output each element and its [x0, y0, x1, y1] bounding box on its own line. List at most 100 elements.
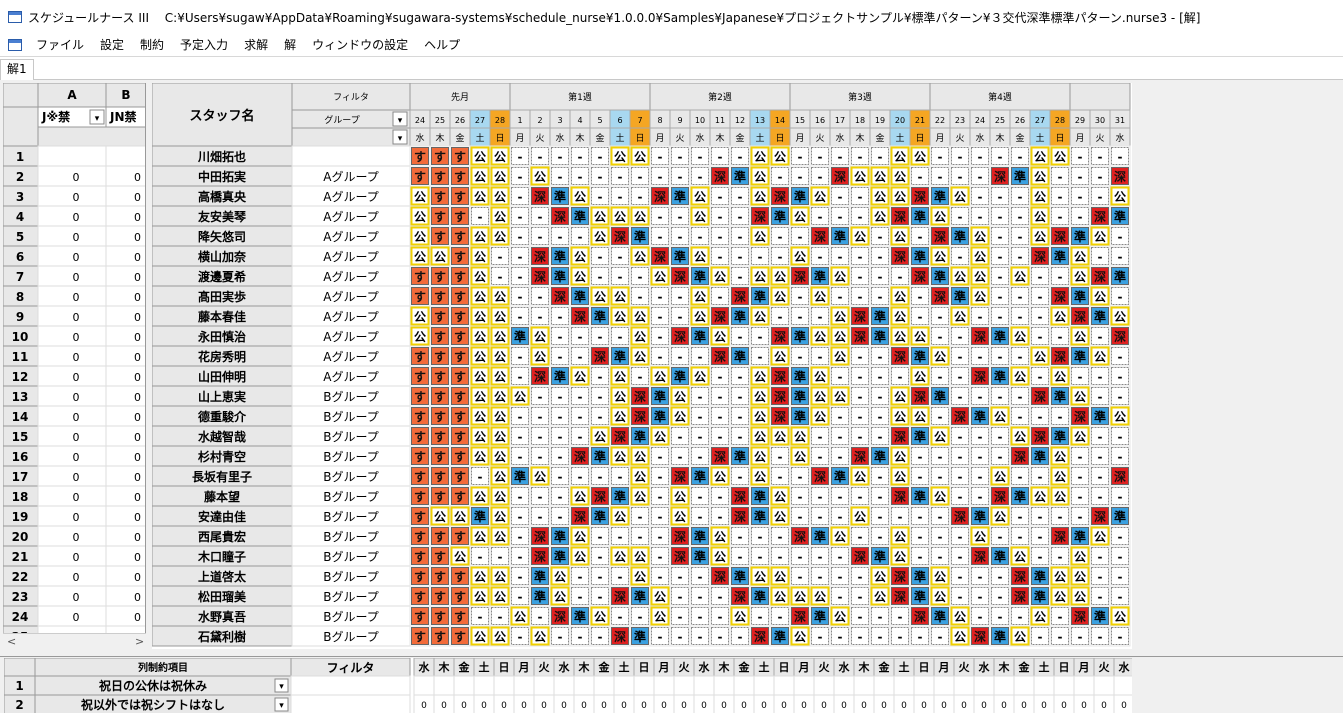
count-cell[interactable]	[37, 145, 107, 167]
shift-label: 公	[434, 250, 446, 264]
shift-label: -	[558, 410, 563, 424]
shift-label: 深	[1114, 169, 1126, 184]
column-constraints-grid[interactable]: 列制約項目 フィルタ水木金土日月火水木金土日月火水木金土日月火水木金土日月火水木金…	[4, 658, 1132, 713]
shift-label: -	[958, 390, 963, 404]
constraint-value: 0	[1041, 701, 1047, 711]
constraint-value-cell[interactable]	[693, 675, 715, 696]
shift-label: -	[658, 150, 663, 164]
shift-label: -	[958, 150, 963, 164]
shift-label: す	[454, 170, 466, 184]
constraint-value-cell[interactable]	[1113, 675, 1132, 696]
scroll-right-arrow-icon[interactable]: >	[135, 635, 144, 648]
constraint-value-cell[interactable]	[1033, 675, 1055, 696]
shift-label: す	[434, 330, 446, 344]
constraint-value-cell[interactable]	[1093, 675, 1115, 696]
constraint-value-cell[interactable]	[673, 675, 695, 696]
shift-label: 深	[574, 449, 586, 464]
constraint-value-cell[interactable]	[513, 675, 535, 696]
shift-label: 公	[594, 210, 606, 224]
constraint-value-cell[interactable]	[993, 675, 1015, 696]
shift-label: す	[414, 570, 426, 584]
shift-label: す	[434, 210, 446, 224]
horizontal-scrollbar[interactable]: < >	[3, 633, 146, 649]
shift-label: す	[414, 550, 426, 564]
constraint-value-cell[interactable]	[873, 675, 895, 696]
shift-label: -	[818, 350, 823, 364]
menu-solution[interactable]: 解	[276, 34, 304, 56]
constraint-value-cell[interactable]	[973, 675, 995, 696]
constraint-value-cell[interactable]	[493, 675, 515, 696]
constraint-value-cell[interactable]	[473, 675, 495, 696]
constraint-value-cell[interactable]	[913, 675, 935, 696]
shift-schedule-grid[interactable]: スタッフ名 フィルタ グループ ▾ ▾ 先月 第1週 第2週 第3週 第4週 24 水 25 木 26 金 27…	[152, 83, 1132, 649]
document-icon[interactable]	[8, 39, 22, 51]
constraint-value-cell[interactable]	[633, 675, 655, 696]
constraint-value-cell[interactable]	[433, 675, 455, 696]
constraint-value-cell[interactable]	[453, 675, 475, 696]
shift-label: -	[598, 250, 603, 264]
constraint-value-cell[interactable]	[773, 675, 795, 696]
shift-label: -	[958, 350, 963, 364]
shift-label: 公	[494, 350, 506, 364]
count-cell[interactable]	[105, 145, 146, 167]
shift-label: -	[838, 150, 843, 164]
weekday-label: 日	[779, 661, 790, 674]
scroll-left-arrow-icon[interactable]: <	[7, 635, 16, 648]
constraint-value-cell[interactable]	[1073, 675, 1095, 696]
shift-label: 深	[714, 169, 726, 184]
constraint-value-cell[interactable]	[733, 675, 755, 696]
shift-label: -	[638, 530, 643, 544]
constraint-value-cell[interactable]	[413, 675, 435, 696]
constraint-value-cell[interactable]	[573, 675, 595, 696]
shift-label: -	[578, 150, 583, 164]
constraint-value-cell[interactable]	[853, 675, 875, 696]
constraint-value-cell[interactable]	[933, 675, 955, 696]
shift-label: 深	[854, 309, 866, 324]
constraint-value-cell[interactable]	[793, 675, 815, 696]
constraint-value-cell[interactable]	[653, 675, 675, 696]
constraint-value-cell[interactable]	[753, 675, 775, 696]
constraint-filter-cell[interactable]	[290, 694, 411, 713]
weekday-label: 月	[1075, 133, 1084, 144]
constraint-value-cell[interactable]	[553, 675, 575, 696]
constraint-value-cell[interactable]	[813, 675, 835, 696]
shift-label: 公	[774, 430, 786, 444]
shift-label: す	[434, 310, 446, 324]
constraint-value-cell[interactable]	[833, 675, 855, 696]
menu-help[interactable]: ヘルプ	[416, 34, 468, 56]
menu-window-settings[interactable]: ウィンドウの設定	[304, 34, 416, 56]
shift-label: 公	[634, 250, 646, 264]
constraint-value-cell[interactable]	[533, 675, 555, 696]
shift-label: 公	[474, 370, 486, 384]
menu-solve[interactable]: 求解	[236, 34, 276, 56]
date-label: 27	[475, 116, 485, 125]
shift-label: す	[414, 150, 426, 164]
row-number: 14	[12, 410, 29, 424]
constraint-value-cell[interactable]	[713, 675, 735, 696]
shift-label: 準	[694, 469, 706, 484]
shift-label: -	[1098, 490, 1103, 504]
shift-label: 公	[494, 450, 506, 464]
shift-label: 準	[554, 269, 566, 284]
date-label: 24	[975, 116, 985, 125]
tab-solution-1[interactable]: 解1	[0, 59, 34, 80]
shift-label: 深	[734, 509, 746, 524]
weekday-label: 水	[835, 132, 844, 144]
constraint-value-cell[interactable]	[893, 675, 915, 696]
staff-name: 水野真吾	[198, 609, 246, 624]
constraint-value-cell[interactable]	[1053, 675, 1075, 696]
constraint-value-cell[interactable]	[593, 675, 615, 696]
menu-file[interactable]: ファイル	[28, 34, 92, 56]
constraint-filter-cell[interactable]	[290, 675, 411, 696]
constraint-value: 0	[881, 701, 887, 711]
constraint-summary-grid[interactable]: A B J※禁 ▾ JN禁 1 2 0 0 3 0 0 4 0 0 5 0 0 6 0 0 7 0 0 8 0 0 9 0 0 10 0 0 11…	[3, 83, 146, 649]
constraint-value-cell[interactable]	[953, 675, 975, 696]
shift-label: す	[434, 370, 446, 384]
constraint-value-cell[interactable]	[1013, 675, 1035, 696]
constraint-value-cell[interactable]	[613, 675, 635, 696]
menu-schedule-input[interactable]: 予定入力	[172, 34, 236, 56]
menu-settings[interactable]: 設定	[92, 34, 132, 56]
shift-label: -	[518, 550, 523, 564]
weekday-label: 土	[475, 132, 484, 144]
menu-constraints[interactable]: 制約	[132, 34, 172, 56]
